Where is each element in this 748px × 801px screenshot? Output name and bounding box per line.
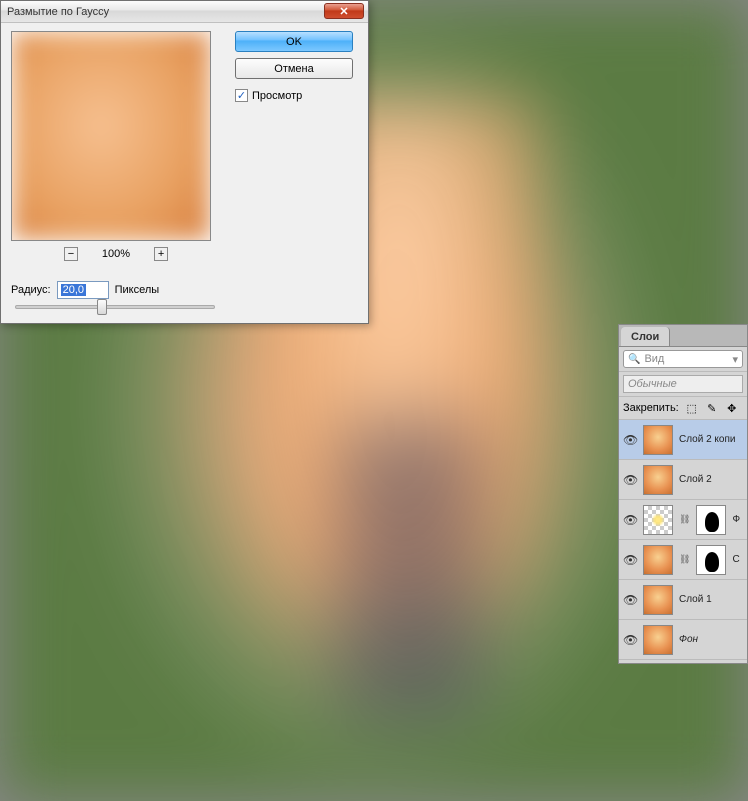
layer-thumbnail[interactable]: [643, 545, 673, 575]
close-icon: ✕: [339, 5, 348, 18]
dialog-title: Размытие по Гауссу: [7, 6, 109, 18]
layer-thumbnail[interactable]: [643, 425, 673, 455]
layer-name-label: Слой 2: [679, 474, 712, 485]
layer-kind-label: Вид: [644, 353, 664, 365]
radius-row: Радиус: 20,0 Пикселы: [11, 281, 159, 299]
lock-row: Закрепить: ⬚ ✎ ✥: [619, 397, 747, 420]
preview-checkbox-row: ✓ Просмотр: [235, 89, 358, 102]
visibility-eye-icon[interactable]: 👁: [623, 433, 637, 447]
visibility-eye-icon[interactable]: 👁: [623, 473, 637, 487]
close-button[interactable]: ✕: [324, 3, 364, 19]
tab-layers[interactable]: Слои: [621, 327, 670, 346]
mask-link-icon[interactable]: ⛓: [679, 514, 690, 525]
zoom-in-button[interactable]: +: [154, 247, 168, 261]
visibility-eye-icon[interactable]: 👁: [623, 633, 637, 647]
zoom-percentage: 100%: [102, 248, 130, 260]
radius-input[interactable]: 20,0: [57, 281, 109, 299]
controls-column: OK Отмена ✓ Просмотр: [221, 31, 358, 261]
layer-item[interactable]: 👁 Фон: [619, 620, 747, 660]
preview-checkbox-label: Просмотр: [252, 90, 302, 102]
dropdown-icon: ▾: [732, 353, 738, 366]
layer-item[interactable]: 👁 ⛓ Ф: [619, 500, 747, 540]
zoom-controls: − 100% +: [11, 247, 221, 261]
layer-list: 👁 Слой 2 копи 👁 Слой 2 👁 ⛓ Ф 👁 ⛓ С 👁 Слой 1 👁 Фон: [619, 420, 747, 660]
visibility-eye-icon[interactable]: 👁: [623, 553, 637, 567]
layer-thumbnail[interactable]: [643, 465, 673, 495]
blend-mode-row: Обычные: [619, 372, 747, 397]
layer-name-label: Ф: [732, 514, 740, 525]
lock-label: Закрепить:: [623, 402, 679, 414]
lock-move-icon[interactable]: ✥: [725, 401, 739, 415]
panel-tab-bar: Слои: [619, 325, 747, 347]
ok-label: OK: [286, 36, 302, 48]
tab-layers-label: Слои: [631, 331, 659, 343]
radius-slider-track[interactable]: [15, 305, 215, 309]
visibility-eye-icon[interactable]: 👁: [623, 593, 637, 607]
preview-column: − 100% +: [11, 31, 221, 261]
layers-panel: Слои 🔍 Вид ▾ Обычные Закрепить: ⬚ ✎ ✥ 👁 С…: [618, 324, 748, 664]
dialog-body: − 100% + OK Отмена ✓ Просмотр: [1, 23, 368, 269]
blend-mode-value: Обычные: [628, 378, 677, 390]
preview-box[interactable]: [11, 31, 211, 241]
gaussian-blur-dialog: Размытие по Гауссу ✕ − 100% + OK Отмена: [0, 0, 369, 324]
blend-mode-select[interactable]: Обычные: [623, 375, 743, 393]
preview-image: [12, 32, 210, 240]
layer-name-label: Слой 1: [679, 594, 712, 605]
minus-icon: −: [68, 249, 74, 260]
layer-item[interactable]: 👁 ⛓ С: [619, 540, 747, 580]
radius-slider-thumb[interactable]: [97, 299, 107, 315]
layer-item[interactable]: 👁 Слой 2: [619, 460, 747, 500]
layer-mask-thumbnail[interactable]: [696, 505, 726, 535]
radius-units-label: Пикселы: [115, 284, 160, 296]
layer-item[interactable]: 👁 Слой 1: [619, 580, 747, 620]
cancel-button[interactable]: Отмена: [235, 58, 353, 79]
layer-thumbnail[interactable]: [643, 625, 673, 655]
layer-thumbnail[interactable]: [643, 585, 673, 615]
check-icon: ✓: [237, 89, 246, 102]
layer-name-label: Фон: [679, 634, 698, 645]
mask-link-icon[interactable]: ⛓: [679, 554, 690, 565]
zoom-out-button[interactable]: −: [64, 247, 78, 261]
radius-value: 20,0: [61, 284, 86, 296]
lock-brush-icon[interactable]: ✎: [705, 401, 719, 415]
layer-mask-thumbnail[interactable]: [696, 545, 726, 575]
search-icon: 🔍: [628, 354, 640, 365]
layer-thumbnail[interactable]: [643, 505, 673, 535]
plus-icon: +: [158, 249, 164, 260]
layer-kind-filter[interactable]: 🔍 Вид ▾: [623, 350, 743, 368]
visibility-eye-icon[interactable]: 👁: [623, 513, 637, 527]
layer-filter-row: 🔍 Вид ▾: [619, 347, 747, 372]
lock-pixels-icon[interactable]: ⬚: [685, 401, 699, 415]
dialog-titlebar[interactable]: Размытие по Гауссу ✕: [1, 1, 368, 23]
preview-checkbox[interactable]: ✓: [235, 89, 248, 102]
cancel-label: Отмена: [274, 63, 313, 75]
layer-name-label: С: [732, 554, 739, 565]
ok-button[interactable]: OK: [235, 31, 353, 52]
radius-label: Радиус:: [11, 284, 51, 296]
layer-item[interactable]: 👁 Слой 2 копи: [619, 420, 747, 460]
layer-name-label: Слой 2 копи: [679, 434, 735, 445]
